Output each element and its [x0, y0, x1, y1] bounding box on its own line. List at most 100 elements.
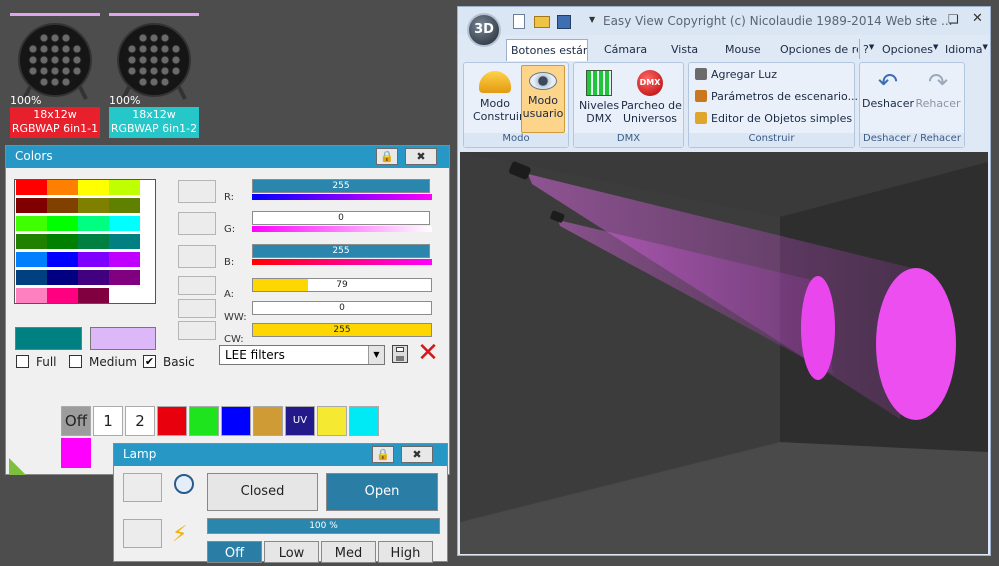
menu-help[interactable]: ?▼	[863, 39, 874, 61]
palette-swatch[interactable]	[16, 288, 47, 303]
quick-color-button[interactable]: Off	[61, 406, 91, 436]
niveles-dmx-button[interactable]: Niveles DMX	[577, 67, 621, 133]
palette-swatch[interactable]	[109, 252, 140, 267]
palette-swatch[interactable]	[47, 198, 78, 213]
quick-color-button[interactable]	[189, 406, 219, 436]
delete-icon[interactable]: ✕	[415, 339, 441, 367]
option-checkbox[interactable]	[16, 355, 29, 368]
preset-slot-6[interactable]	[178, 321, 216, 340]
save-file-icon[interactable]	[557, 15, 571, 29]
lamp-level-bar[interactable]: 100 %	[207, 518, 440, 534]
palette-swatch[interactable]	[16, 180, 47, 195]
quick-color-button[interactable]	[253, 406, 283, 436]
window-close-button[interactable]: ✕	[972, 11, 983, 26]
deshacer-button[interactable]: ↶ Deshacer	[862, 67, 914, 121]
palette-swatch[interactable]	[109, 216, 140, 231]
palette-swatch[interactable]	[78, 270, 109, 285]
shutter-closed-button[interactable]: Closed	[207, 473, 318, 511]
option-checkbox[interactable]: ✔	[143, 355, 156, 368]
quick-color-magenta[interactable]	[61, 438, 91, 468]
quick-color-button[interactable]	[317, 406, 347, 436]
preset-slot-5[interactable]	[178, 299, 216, 318]
parametros-escenario-button[interactable]: Parámetros de escenario...	[695, 90, 858, 103]
palette-swatch[interactable]	[16, 270, 47, 285]
lamp-close-button[interactable]: ✖	[401, 446, 433, 463]
close-button[interactable]: ✖	[405, 148, 437, 165]
3d-viewport[interactable]	[460, 152, 988, 554]
modo-construir-button[interactable]: Modo Construir	[473, 67, 524, 133]
new-file-icon[interactable]	[513, 14, 525, 29]
tab-botones-estandar[interactable]: Botones estándar	[506, 39, 588, 61]
shutter-open-button[interactable]: Open	[326, 473, 438, 511]
option-checkbox[interactable]	[69, 355, 82, 368]
palette-swatch[interactable]	[109, 270, 140, 285]
menu-opciones[interactable]: Opciones▼	[882, 39, 938, 61]
editor-objetos-button[interactable]: Editor de Objetos simples	[695, 112, 852, 125]
preset-slot-1[interactable]	[178, 180, 216, 203]
palette-swatch[interactable]	[16, 252, 47, 267]
preset-slot-2[interactable]	[178, 212, 216, 235]
save-icon[interactable]	[392, 345, 408, 363]
modo-usuario-button[interactable]: Modo usuario	[521, 65, 565, 133]
channel-slider[interactable]: 79	[252, 278, 432, 292]
quick-color-button[interactable]	[221, 406, 251, 436]
parcheo-universos-button[interactable]: DMX Parcheo de Universos	[621, 67, 682, 133]
lamp-mode-button[interactable]: Low	[264, 541, 319, 563]
lamp-lock-icon[interactable]: 🔒	[372, 446, 394, 463]
palette-swatch[interactable]	[16, 216, 47, 231]
lamp-title-bar[interactable]: Lamp	[114, 444, 447, 466]
tab-opciones-de-render[interactable]: Opciones de re	[780, 39, 858, 61]
quick-color-button[interactable]: 2	[125, 406, 155, 436]
palette-swatch[interactable]	[47, 180, 78, 195]
filter-select[interactable]: LEE filters ▼	[219, 345, 385, 365]
lamp-slot-1[interactable]	[123, 473, 162, 502]
agregar-luz-button[interactable]: Agregar Luz	[695, 68, 777, 81]
palette-swatch[interactable]	[78, 252, 109, 267]
lamp-mode-button[interactable]: Off	[207, 541, 262, 563]
quick-color-button[interactable]	[349, 406, 379, 436]
lamp-slot-2[interactable]	[123, 519, 162, 548]
channel-slider[interactable]: 255	[252, 244, 430, 258]
palette-swatch[interactable]	[109, 180, 140, 195]
palette-swatch[interactable]	[47, 216, 78, 231]
palette-swatch[interactable]	[16, 234, 47, 249]
palette-swatch[interactable]	[47, 270, 78, 285]
app-logo[interactable]: 3D	[467, 13, 501, 47]
lock-icon[interactable]: 🔒	[376, 148, 398, 165]
lamp-mode-button[interactable]: High	[378, 541, 433, 563]
palette-swatch[interactable]	[109, 198, 140, 213]
rehacer-button[interactable]: ↷ Rehacer	[914, 67, 962, 121]
quick-color-button[interactable]: UV	[285, 406, 315, 436]
channel-slider[interactable]: 255	[252, 179, 430, 193]
open-folder-icon[interactable]	[534, 16, 550, 28]
palette-swatch[interactable]	[47, 234, 78, 249]
resize-grip-icon[interactable]	[9, 458, 26, 475]
quick-color-button[interactable]	[157, 406, 187, 436]
tab-mouse[interactable]: Mouse	[725, 39, 761, 61]
quick-color-button[interactable]: 1	[93, 406, 123, 436]
menu-idioma[interactable]: Idioma▼	[945, 39, 988, 61]
restore-button[interactable]: ❏	[948, 12, 959, 26]
palette-swatch[interactable]	[78, 288, 109, 303]
palette-swatch[interactable]	[16, 198, 47, 213]
quick-access-dropdown-icon[interactable]: ▼	[589, 15, 595, 24]
channel-value: 255	[332, 181, 350, 191]
channel-slider[interactable]: 255	[252, 323, 432, 337]
palette-swatch[interactable]	[47, 252, 78, 267]
palette-swatch[interactable]	[109, 234, 140, 249]
palette-swatch[interactable]	[78, 180, 109, 195]
tab-camara[interactable]: Cámara	[604, 39, 647, 61]
palette-swatch[interactable]	[109, 288, 140, 303]
palette-swatch[interactable]	[78, 234, 109, 249]
channel-slider[interactable]: 0	[252, 301, 432, 315]
current-color-swatch	[15, 327, 82, 350]
channel-slider[interactable]: 0	[252, 211, 430, 225]
palette-swatch[interactable]	[47, 288, 78, 303]
lamp-mode-button[interactable]: Med	[321, 541, 376, 563]
preset-slot-4[interactable]	[178, 276, 216, 295]
minimize-button[interactable]: –	[923, 12, 930, 27]
palette-swatch[interactable]	[78, 198, 109, 213]
preset-slot-3[interactable]	[178, 245, 216, 268]
palette-swatch[interactable]	[78, 216, 109, 231]
tab-vista[interactable]: Vista	[671, 39, 698, 61]
